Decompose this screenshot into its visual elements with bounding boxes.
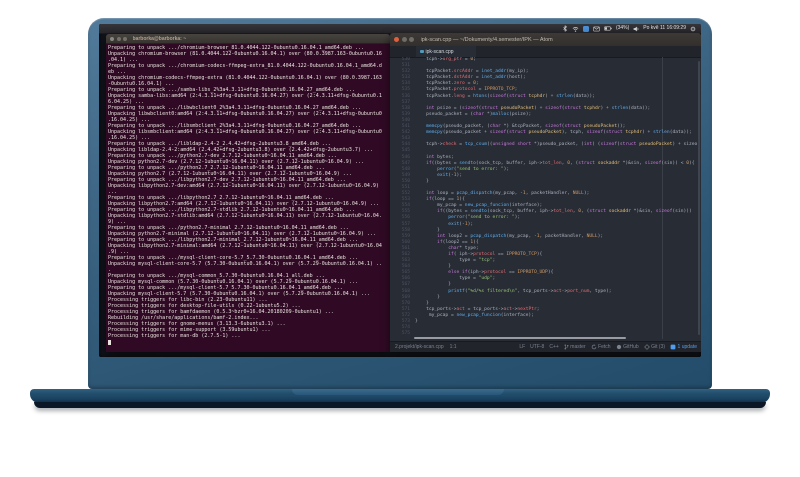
code-editor[interactable]: 530 tcph->urg_ptr = 0; 531 532 tcpPacket.s… — [390, 57, 701, 339]
status-item-label: master — [570, 344, 586, 350]
minimize-button[interactable] — [401, 37, 407, 42]
status-item-label: UTF-8 — [530, 344, 545, 350]
status-item-master[interactable]: master — [564, 344, 586, 350]
github-icon — [616, 344, 622, 350]
horizontal-scrollbar[interactable] — [414, 337, 626, 339]
close-button[interactable] — [110, 36, 114, 41]
status-item-fetch[interactable]: Fetch — [591, 344, 611, 350]
editor-window: ipk-scan.cpp — ~/Dokumenty/4.semester/IP… — [390, 33, 701, 352]
status-item-label: LF — [519, 344, 526, 350]
status-item-utf-8[interactable]: UTF-8 — [530, 344, 544, 350]
status-item-lf[interactable]: LF — [519, 344, 525, 350]
cpp-file-icon — [420, 49, 424, 54]
close-button[interactable] — [394, 37, 399, 42]
terminal-line: Preparing to unpack .../chromium-codecs-… — [108, 63, 382, 69]
update-icon — [670, 344, 676, 350]
maximize-button[interactable] — [123, 36, 127, 41]
terminal-line: Unpacking libpython2.7-dev:amd64 (2.7.12… — [108, 183, 379, 189]
terminal-line: Unpacking chromium-browser (81.0.4044.12… — [108, 51, 382, 57]
terminal-line: Unpacking samba-libs:amd64 (2:4.3.11+dfs… — [108, 93, 382, 99]
laptop-base-edge — [34, 402, 766, 408]
terminal-output[interactable]: Preparing to unpack .../chromium-browser… — [106, 43, 390, 352]
terminal-line: Unpacking libsmbclient:amd64 (2:4.3.11+d… — [108, 129, 382, 135]
maximize-button[interactable] — [409, 37, 414, 42]
terminal-window: barborka@barborka: ~ Preparing to unpack… — [106, 34, 390, 352]
tab-label: ipk-scan.cpp — [425, 48, 454, 55]
battery-percentage[interactable]: (34%) — [616, 24, 629, 33]
bluetooth-icon[interactable] — [562, 25, 568, 32]
sync-icon — [591, 344, 597, 350]
terminal-line: Unpacking mysql-client-core-5.7 (5.7.30-… — [108, 261, 382, 267]
status-bar: 2.projekt/ipk-scan.cpp 1:1 LF UTF-8 C++ mas… — [390, 341, 701, 352]
line-number: 575 — [401, 331, 410, 337]
terminal-line: Unpacking libpython2.7-stdlib:amd64 (2.7… — [108, 213, 382, 219]
status-item-label: C++ — [549, 344, 559, 350]
volume-icon[interactable] — [633, 26, 639, 32]
terminal-line: Processing triggers for man-db (2.7.5-1)… — [108, 333, 241, 339]
terminal-title: barborka@barborka: ~ — [132, 35, 187, 42]
status-item-label: Git (3) — [651, 344, 666, 350]
status-item-github[interactable]: GitHub — [616, 344, 639, 350]
screen: (34%) Po kvě 11 16:09:29 barborka@barbor… — [99, 24, 701, 357]
keyboard-indicator[interactable] — [582, 25, 589, 32]
system-tray: (34%) Po kvě 11 16:09:29 — [562, 24, 701, 33]
git-icon — [643, 344, 650, 350]
minimize-button[interactable] — [116, 36, 121, 41]
terminal-line: Unpacking libpython2.7-minimal:amd64 (2.… — [108, 243, 382, 249]
status-item-label: GitHub — [623, 344, 639, 350]
status-item-label: Fetch — [598, 344, 611, 350]
laptop-base-notch — [292, 389, 504, 395]
clock[interactable]: Po kvě 11 16:09:29 — [643, 24, 686, 33]
branch-icon — [564, 344, 569, 350]
terminal-cursor — [108, 339, 111, 345]
tab-ipk-scan[interactable]: ipk-scan.cpp — [416, 46, 476, 57]
wifi-icon[interactable] — [572, 26, 579, 32]
status-item-c-[interactable]: C++ — [549, 344, 558, 350]
status-item-git-3-[interactable]: Git (3) — [643, 344, 666, 350]
status-cursor-position[interactable]: 1:1 — [450, 344, 457, 350]
editor-title: ipk-scan.cpp — ~/Dokumenty/4.semester/IP… — [420, 36, 553, 43]
battery-icon[interactable] — [604, 26, 612, 31]
status-item-label: 1 update — [677, 344, 697, 350]
laptop-mockup: (34%) Po kvě 11 16:09:29 barborka@barbor… — [0, 0, 800, 477]
terminal-line: Unpacking libwbclient0:amd64 (2:4.3.11+d… — [108, 111, 382, 117]
status-file-path[interactable]: 2.projekt/ipk-scan.cpp — [395, 344, 444, 350]
editor-titlebar[interactable]: ipk-scan.cpp — ~/Dokumenty/4.semester/IP… — [390, 33, 701, 47]
session-gear-icon[interactable] — [690, 25, 696, 32]
mail-icon[interactable] — [593, 26, 600, 32]
status-item-1-update[interactable]: 1 update — [670, 344, 697, 350]
